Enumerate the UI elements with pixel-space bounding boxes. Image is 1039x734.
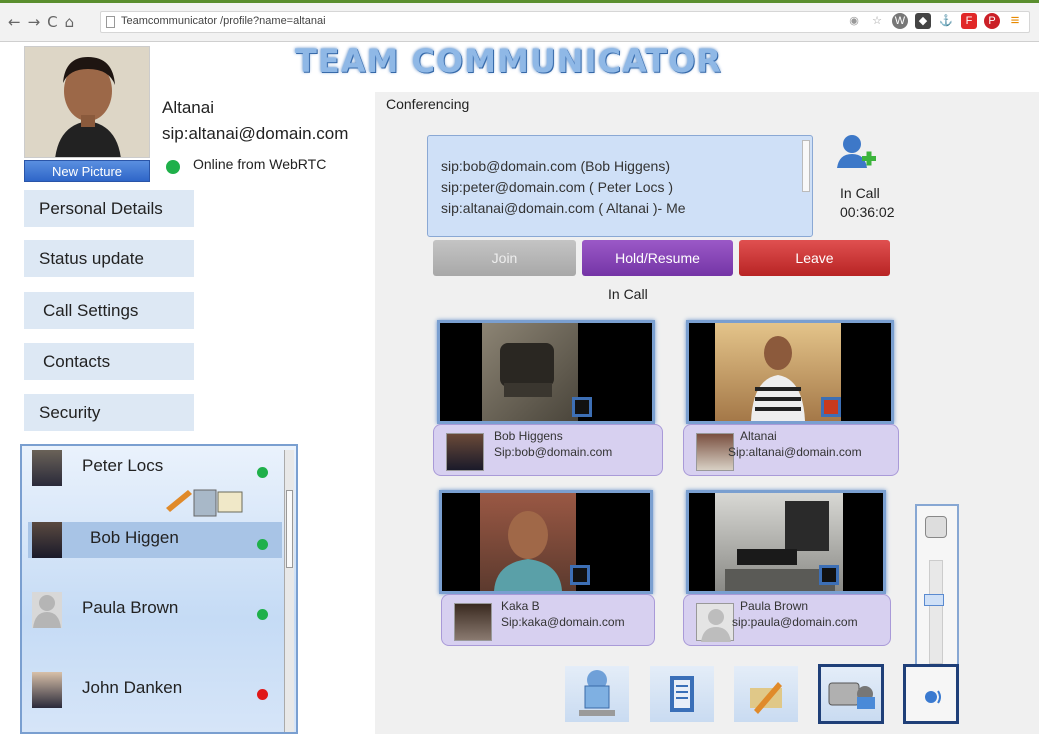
video-participant-sip: sip:paula@domain.com	[732, 615, 858, 629]
screen-share-icon[interactable]	[565, 666, 629, 722]
in-call-label: In Call	[608, 286, 648, 302]
avatar	[454, 603, 492, 641]
pen-icon[interactable]	[734, 666, 798, 722]
avatar	[24, 46, 150, 158]
menu-icon[interactable]: ≡	[1007, 13, 1023, 29]
pinterest-icon[interactable]: P	[984, 13, 1000, 29]
forward-icon[interactable]: →	[28, 13, 48, 31]
video-participant-sip: Sip:altanai@domain.com	[728, 445, 862, 459]
avatar	[32, 672, 62, 708]
video-camera-icon[interactable]	[818, 664, 884, 724]
call-status: In Call 00:36:02	[840, 184, 895, 222]
video-control-icon[interactable]	[572, 397, 592, 417]
video-participant-sip: Sip:bob@domain.com	[494, 445, 613, 459]
home-icon[interactable]: ⌂	[65, 13, 82, 31]
online-status-icon	[257, 467, 268, 478]
star-icon[interactable]: ☆	[869, 13, 885, 29]
video-tile-kaka	[439, 490, 653, 594]
leave-button[interactable]: Leave	[739, 240, 890, 276]
page-icon	[106, 16, 115, 28]
video-feed	[482, 323, 578, 421]
conferencing-label: Conferencing	[386, 96, 470, 112]
volume-slider-track[interactable]	[929, 560, 943, 664]
evernote-icon[interactable]: ⚓	[938, 13, 954, 29]
contacts-scrollbar[interactable]	[284, 450, 294, 732]
contact-actions-icon[interactable]	[162, 484, 244, 518]
diamond-icon[interactable]: ◆	[915, 13, 931, 29]
user-name: Altanai	[162, 98, 214, 117]
contact-name: Bob Higgen	[90, 528, 179, 547]
video-tile-bob	[437, 320, 655, 424]
app-title: TEAM COMMUNICATOR	[295, 42, 722, 80]
offline-status-icon	[257, 689, 268, 700]
menu-item-contacts[interactable]: Contacts	[24, 343, 194, 380]
participant-scrollbar[interactable]	[802, 140, 810, 192]
avatar	[32, 522, 62, 558]
online-status-icon	[257, 539, 268, 550]
video-participant-sip: Sip:kaka@domain.com	[501, 615, 625, 629]
contact-item[interactable]: Peter Locs	[22, 450, 284, 486]
contact-item-selected[interactable]: Bob Higgen	[28, 522, 282, 558]
menu-item-security[interactable]: Security	[24, 394, 194, 431]
video-card-kaka: Kaka B Sip:kaka@domain.com	[441, 594, 655, 646]
contact-name: Peter Locs	[82, 456, 164, 475]
volume-icon[interactable]	[903, 664, 959, 724]
video-tile-paula	[686, 490, 886, 594]
hold-resume-button[interactable]: Hold/Resume	[582, 240, 733, 276]
video-control-icon[interactable]	[821, 397, 841, 417]
contact-name: John Danken	[82, 678, 183, 697]
call-timer: 00:36:02	[840, 204, 895, 220]
video-participant-name: Altanai	[740, 429, 777, 443]
online-status-icon	[257, 609, 268, 620]
browser-toolbar: ←→C⌂ Teamcommunicator /profile?name=alta…	[0, 0, 1039, 42]
flipboard-icon[interactable]: F	[961, 13, 977, 29]
add-participant-icon[interactable]	[835, 132, 877, 174]
video-card-bob: Bob Higgens Sip:bob@domain.com	[433, 424, 663, 476]
online-status-icon	[166, 160, 180, 174]
presence-text: Online from WebRTC	[193, 156, 327, 172]
participant-item: sip:peter@domain.com ( Peter Locs )	[441, 179, 674, 195]
user-sip: sip:altanai@domain.com	[162, 124, 349, 143]
new-picture-button[interactable]: New Picture	[24, 160, 150, 182]
notes-icon[interactable]	[650, 666, 714, 722]
address-text: Teamcommunicator /profile?name=altanai	[121, 15, 326, 27]
back-icon[interactable]: ←	[8, 13, 28, 31]
video-tile-altanai	[686, 320, 894, 424]
avatar	[696, 603, 734, 642]
video-feed	[480, 493, 576, 591]
app-page: TEAM COMMUNICATOR New Picture Altanai si…	[0, 42, 1039, 734]
contact-item[interactable]: John Danken	[22, 672, 284, 708]
browser-nav: ←→C⌂	[8, 13, 81, 31]
address-bar[interactable]: Teamcommunicator /profile?name=altanai ◉…	[100, 11, 1030, 33]
volume-slider-handle[interactable]	[924, 594, 944, 606]
participant-item: sip:bob@domain.com (Bob Higgens)	[441, 158, 670, 174]
call-state-text: In Call	[840, 185, 880, 201]
video-control-icon[interactable]	[570, 565, 590, 585]
menu-item-status-update[interactable]: Status update	[24, 240, 194, 277]
lens-icon[interactable]: ◉	[846, 13, 862, 29]
participant-item: sip:altanai@domain.com ( Altanai )- Me	[441, 200, 686, 216]
video-participant-name: Paula Brown	[740, 599, 809, 613]
scrollbar-thumb[interactable]	[286, 490, 293, 568]
menu-item-call-settings[interactable]: Call Settings	[24, 292, 194, 329]
avatar	[32, 592, 62, 628]
video-participant-name: Bob Higgens	[494, 429, 563, 443]
avatar	[32, 450, 62, 486]
extension-icons: ◉ ☆ W ◆ ⚓ F P ≡	[846, 13, 1023, 29]
video-participant-name: Kaka B	[501, 599, 540, 613]
avatar	[446, 433, 484, 471]
wordpress-icon[interactable]: W	[892, 13, 908, 29]
speaker-settings-icon[interactable]	[925, 516, 947, 538]
contacts-panel: Peter Locs Bob Higgen Paula Brown John D…	[20, 444, 298, 734]
contact-item[interactable]: Paula Brown	[22, 592, 284, 628]
video-card-paula: Paula Brown sip:paula@domain.com	[683, 594, 891, 646]
join-button[interactable]: Join	[433, 240, 576, 276]
video-card-altanai: Altanai Sip:altanai@domain.com	[683, 424, 899, 476]
participant-list[interactable]: sip:bob@domain.com (Bob Higgens) sip:pet…	[427, 135, 813, 237]
menu-item-personal-details[interactable]: Personal Details	[24, 190, 194, 227]
contact-name: Paula Brown	[82, 598, 179, 617]
video-control-icon[interactable]	[819, 565, 839, 585]
reload-icon[interactable]: C	[47, 13, 64, 31]
